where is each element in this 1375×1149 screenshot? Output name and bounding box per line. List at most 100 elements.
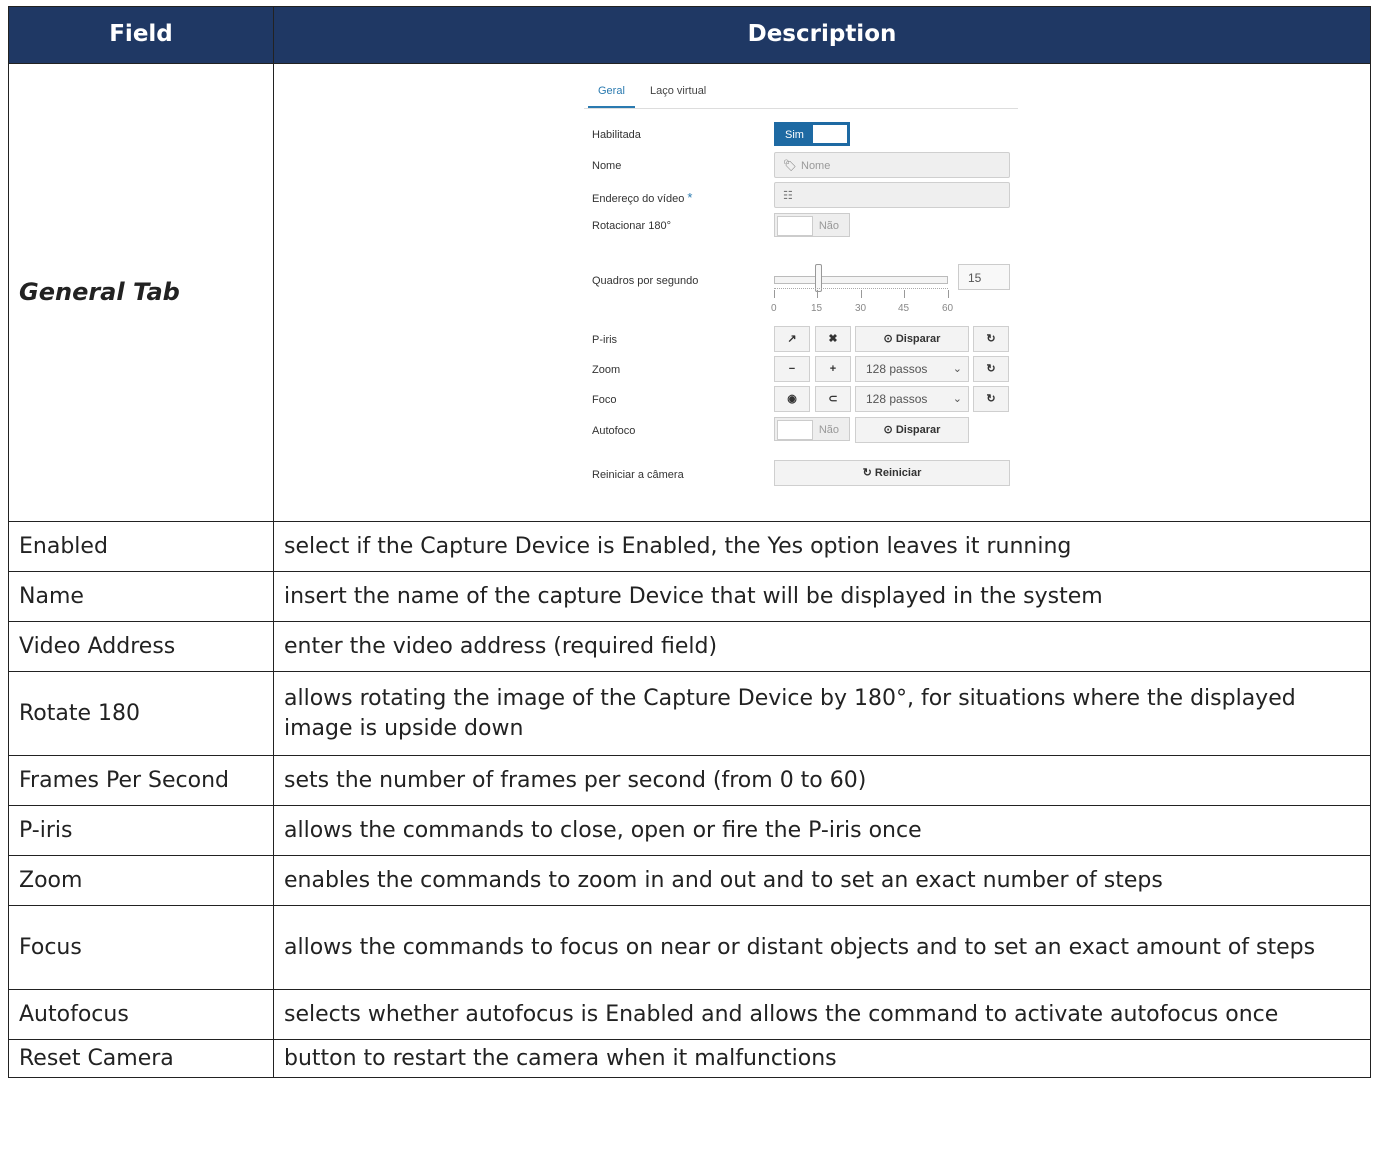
restart-icon: ↻ bbox=[862, 467, 872, 479]
rotate-toggle[interactable]: Não bbox=[774, 213, 850, 237]
name-input[interactable]: 🏷︎ Nome bbox=[774, 152, 1010, 178]
iris-open-button[interactable]: ✖ bbox=[815, 326, 851, 352]
toggle-knob bbox=[777, 420, 813, 440]
magnet-icon: ⊂ bbox=[828, 393, 838, 405]
focus-steps-value: 128 passos bbox=[866, 392, 928, 406]
toggle-no-label: Não bbox=[818, 220, 839, 232]
field-description: insert the name of the capture Device th… bbox=[273, 571, 1371, 622]
field-description: sets the number of frames per second (fr… bbox=[273, 755, 1371, 806]
sitemap-icon: ☷ bbox=[783, 190, 793, 202]
slider-tick-label: 0 bbox=[771, 303, 777, 314]
general-tab-screenshot: Geral Laço virtual Habilitada Sim Nome 🏷… bbox=[273, 63, 1371, 522]
zoom-steps-value: 128 passos bbox=[866, 362, 928, 376]
iris-close-button[interactable]: ↗ bbox=[774, 326, 810, 352]
expand-icon: ✖ bbox=[828, 333, 838, 345]
field-name: Focus bbox=[8, 905, 274, 990]
toggle-yes-label: Sim bbox=[785, 129, 804, 141]
label-zoom: Zoom bbox=[592, 364, 621, 376]
table-row: Focus allows the commands to focus on ne… bbox=[8, 905, 1371, 990]
minus-icon: − bbox=[788, 363, 796, 375]
disparar-label: Disparar bbox=[895, 333, 941, 345]
tab-laco-virtual[interactable]: Laço virtual bbox=[650, 84, 706, 99]
refresh-icon: ↻ bbox=[986, 363, 996, 375]
field-description: enter the video address (required field) bbox=[273, 621, 1371, 672]
table-row: Zoom enables the commands to zoom in and… bbox=[8, 855, 1371, 906]
camera-settings-form: Geral Laço virtual Habilitada Sim Nome 🏷… bbox=[584, 64, 1024, 521]
video-address-input[interactable]: ☷ bbox=[774, 182, 1010, 208]
label-foco: Foco bbox=[592, 394, 617, 406]
fields-table: Field Description General Tab Geral Laço… bbox=[8, 6, 1371, 1078]
slider-tick bbox=[774, 290, 775, 298]
label-habilitada: Habilitada bbox=[592, 129, 641, 141]
toggle-knob bbox=[777, 216, 813, 236]
table-row: Name insert the name of the capture Devi… bbox=[8, 571, 1371, 622]
slider-tick-label: 30 bbox=[855, 303, 867, 314]
slider-tick-label: 60 bbox=[942, 303, 954, 314]
refresh-icon: ↻ bbox=[986, 333, 996, 345]
slider-tick bbox=[904, 290, 905, 298]
iris-refresh-button[interactable]: ↻ bbox=[973, 326, 1009, 352]
reiniciar-label: Reiniciar bbox=[874, 467, 922, 479]
zoom-in-button[interactable]: + bbox=[815, 356, 851, 382]
enabled-toggle[interactable]: Sim bbox=[774, 122, 850, 146]
slider-tick bbox=[817, 290, 818, 298]
target-icon: ⊙ bbox=[883, 424, 893, 436]
field-name: Video Address bbox=[8, 621, 274, 672]
tab-geral[interactable]: Geral bbox=[588, 84, 635, 108]
zoom-refresh-button[interactable]: ↻ bbox=[973, 356, 1009, 382]
focus-steps-select[interactable]: 128 passos ⌄ bbox=[855, 386, 969, 412]
label-nome: Nome bbox=[592, 160, 622, 172]
field-name: Autofocus bbox=[8, 989, 274, 1040]
slider-tick bbox=[861, 290, 862, 298]
eye-icon: ◉ bbox=[787, 393, 797, 405]
required-mark: * bbox=[687, 190, 693, 205]
focus-refresh-button[interactable]: ↻ bbox=[973, 386, 1009, 412]
header-field: Field bbox=[8, 6, 274, 64]
focus-near-button[interactable]: ◉ bbox=[774, 386, 810, 412]
focus-far-button[interactable]: ⊂ bbox=[815, 386, 851, 412]
autofocus-toggle[interactable]: Não bbox=[774, 417, 850, 441]
slider-tick-label: 45 bbox=[898, 303, 910, 314]
autofocus-fire-button[interactable]: ⊙ Disparar bbox=[855, 417, 969, 443]
fps-slider-track[interactable] bbox=[774, 276, 948, 284]
field-description: allows the commands to close, open or fi… bbox=[273, 805, 1371, 856]
field-name: Enabled bbox=[8, 521, 274, 572]
field-description: allows rotating the image of the Capture… bbox=[273, 671, 1371, 756]
table-row: Video Address enter the video address (r… bbox=[8, 621, 1371, 672]
field-name: Name bbox=[8, 571, 274, 622]
label-quadros: Quadros por segundo bbox=[592, 275, 699, 287]
table-row: Enabled select if the Capture Device is … bbox=[8, 521, 1371, 572]
iris-fire-button[interactable]: ⊙ Disparar bbox=[855, 326, 969, 352]
tab-bar: Geral Laço virtual bbox=[584, 76, 1018, 109]
label-endereco: Endereço do vídeo * bbox=[592, 189, 692, 207]
table-row: Frames Per Second sets the number of fra… bbox=[8, 755, 1371, 806]
zoom-steps-select[interactable]: 128 passos ⌄ bbox=[855, 356, 969, 382]
fps-number-input[interactable]: 15 bbox=[958, 264, 1010, 290]
tag-icon: 🏷︎ bbox=[783, 160, 797, 172]
restart-camera-button[interactable]: ↻ Reiniciar bbox=[774, 460, 1010, 486]
slider-tick-label: 15 bbox=[811, 303, 823, 314]
label-piris: P-iris bbox=[592, 334, 618, 346]
zoom-out-button[interactable]: − bbox=[774, 356, 810, 382]
plus-icon: + bbox=[829, 363, 837, 375]
label-autofoco: Autofoco bbox=[592, 425, 636, 437]
field-description: select if the Capture Device is Enabled,… bbox=[273, 521, 1371, 572]
label-endereco-text: Endereço do vídeo bbox=[592, 193, 685, 205]
refresh-icon: ↻ bbox=[986, 393, 996, 405]
table-row: Rotate 180 allows rotating the image of … bbox=[8, 671, 1371, 756]
chevron-down-icon: ⌄ bbox=[952, 393, 962, 405]
table-row: P-iris allows the commands to close, ope… bbox=[8, 805, 1371, 856]
field-description: button to restart the camera when it mal… bbox=[273, 1039, 1371, 1078]
general-tab-label: General Tab bbox=[8, 63, 274, 522]
toggle-no-label: Não bbox=[818, 424, 839, 436]
fps-value: 15 bbox=[968, 271, 982, 285]
target-icon: ⊙ bbox=[883, 333, 893, 345]
field-name: P-iris bbox=[8, 805, 274, 856]
toggle-knob bbox=[813, 125, 847, 143]
name-placeholder: Nome bbox=[801, 160, 831, 172]
chevron-down-icon: ⌄ bbox=[952, 363, 962, 375]
field-name: Frames Per Second bbox=[8, 755, 274, 806]
field-description: allows the commands to focus on near or … bbox=[273, 905, 1371, 990]
field-description: selects whether autofocus is Enabled and… bbox=[273, 989, 1371, 1040]
field-name: Zoom bbox=[8, 855, 274, 906]
